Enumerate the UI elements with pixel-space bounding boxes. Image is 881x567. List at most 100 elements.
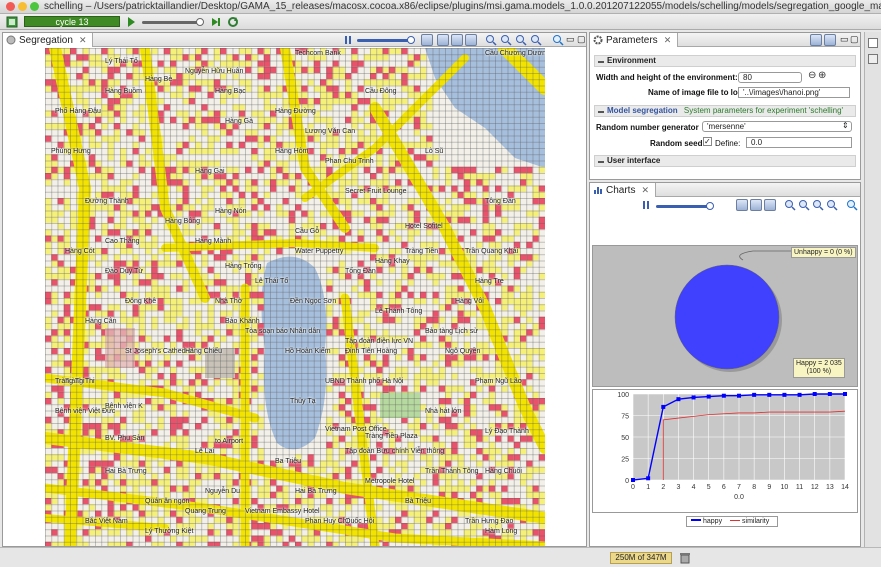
- minimize-window-button[interactable]: [18, 2, 27, 11]
- chevron-down-icon[interactable]: ⇕: [842, 121, 849, 130]
- map-label: Ba Triệu: [275, 458, 302, 465]
- agent-cell-yellow: [57, 541, 64, 546]
- zoom-in-icon[interactable]: [784, 199, 796, 211]
- toggle-view-button[interactable]: [465, 34, 477, 46]
- agent-cell-red: [101, 79, 108, 86]
- agent-cell-yellow: [88, 366, 95, 373]
- agent-cell-yellow: [526, 316, 533, 323]
- add-param-button[interactable]: [810, 34, 822, 46]
- minimize-view-icon[interactable]: ▭: [840, 34, 849, 45]
- decrement-icon[interactable]: ⊖: [808, 70, 816, 81]
- display-slider-knob[interactable]: [407, 36, 415, 44]
- zoom-menu-icon[interactable]: [530, 34, 542, 46]
- zoom-menu-icon[interactable]: [826, 199, 838, 211]
- zoom-window-button[interactable]: [30, 2, 39, 11]
- agent-cell-yellow: [151, 541, 158, 546]
- maximize-view-icon[interactable]: ▢: [850, 34, 859, 45]
- tab-segregation[interactable]: Segregation ✕: [3, 33, 94, 47]
- agent-cell-yellow: [263, 148, 270, 155]
- agent-cell-yellow: [457, 398, 464, 405]
- zoom-out-icon[interactable]: [798, 199, 810, 211]
- inspect-icon[interactable]: [552, 34, 564, 46]
- close-tab-icon[interactable]: ✕: [79, 35, 87, 45]
- save-param-button[interactable]: [824, 34, 836, 46]
- agent-cell-yellow: [138, 304, 145, 311]
- snapshot-button[interactable]: [736, 199, 748, 211]
- image-file-input[interactable]: '..\/images\/hanoi.png': [738, 87, 850, 98]
- agent-cell-red: [220, 48, 227, 55]
- overlay-button[interactable]: [451, 34, 463, 46]
- snapshot-button[interactable]: [421, 34, 433, 46]
- agent-cell-yellow: [182, 229, 189, 236]
- agent-cell-yellow: [332, 235, 339, 242]
- agent-cell-yellow: [382, 198, 389, 205]
- section-model-segregation[interactable]: Model segregation System parameters for …: [594, 105, 856, 117]
- display-slider-track[interactable]: [357, 39, 413, 42]
- pause-icon[interactable]: [640, 199, 652, 211]
- agent-cell-red: [413, 123, 420, 130]
- maximize-view-icon[interactable]: ▢: [577, 34, 586, 45]
- close-window-button[interactable]: [6, 2, 15, 11]
- agent-cell-red: [138, 510, 145, 517]
- seed-input[interactable]: 0.0: [746, 137, 852, 148]
- play-icon[interactable]: [128, 17, 135, 27]
- agent-cell-yellow: [132, 254, 139, 261]
- agent-cell-yellow: [138, 379, 145, 386]
- width-height-input[interactable]: 80: [738, 72, 802, 83]
- charts-slider-track[interactable]: [656, 205, 712, 208]
- tab-parameters[interactable]: Parameters ✕: [590, 33, 679, 47]
- agent-cell-red: [257, 535, 264, 542]
- overlay-button[interactable]: [764, 199, 776, 211]
- agent-cell-yellow: [413, 379, 420, 386]
- agent-cell-yellow: [526, 260, 533, 267]
- close-tab-icon[interactable]: ✕: [641, 185, 649, 195]
- rng-select[interactable]: 'mersenne': [702, 121, 852, 132]
- zoom-out-icon[interactable]: [500, 34, 512, 46]
- agent-cell-yellow: [338, 454, 345, 461]
- agent-cell-yellow: [232, 529, 239, 536]
- agent-cell-red: [251, 498, 258, 505]
- agent-cell-yellow: [45, 454, 52, 461]
- zoom-in-icon[interactable]: [485, 34, 497, 46]
- layers-button[interactable]: [750, 199, 762, 211]
- agent-cell-yellow: [120, 210, 127, 217]
- tab-charts[interactable]: Charts ✕: [590, 183, 656, 197]
- speed-slider-track[interactable]: [142, 21, 202, 24]
- agent-cell-yellow: [451, 216, 458, 223]
- section-environment[interactable]: Environment: [594, 55, 856, 67]
- agent-cell-yellow: [57, 210, 64, 217]
- increment-icon[interactable]: ⊕: [818, 70, 826, 81]
- console-icon[interactable]: [868, 54, 878, 64]
- define-checkbox[interactable]: ✓: [703, 137, 712, 146]
- agent-cell-yellow: [88, 54, 95, 61]
- agent-cell-yellow: [326, 416, 333, 423]
- agent-cell-yellow: [170, 535, 177, 542]
- agent-cell-yellow: [70, 210, 77, 217]
- refresh-icon[interactable]: [227, 16, 239, 28]
- map-label: Hàng Mành: [195, 238, 232, 245]
- trash-icon[interactable]: [680, 552, 690, 564]
- agent-cell-yellow: [182, 473, 189, 480]
- close-tab-icon[interactable]: ✕: [664, 35, 672, 45]
- agent-cell-yellow: [457, 454, 464, 461]
- zoom-fit-icon[interactable]: [515, 34, 527, 46]
- zoom-fit-icon[interactable]: [812, 199, 824, 211]
- inspect-icon[interactable]: [846, 199, 858, 211]
- agent-cell-yellow: [263, 479, 270, 486]
- layers-button[interactable]: [437, 34, 449, 46]
- step-icon[interactable]: [210, 16, 222, 28]
- agent-cell-red: [63, 329, 70, 336]
- agent-cell-red: [51, 85, 58, 92]
- pause-icon[interactable]: [342, 34, 354, 46]
- charts-slider-knob[interactable]: [706, 202, 714, 210]
- minimize-view-icon[interactable]: ▭: [566, 34, 575, 45]
- segregation-map[interactable]: Techcom Bank Phùng Hưng Hàng Bè Hàng Bạc Hàn…: [45, 48, 545, 546]
- agent-cell-red: [345, 466, 352, 473]
- reload-experiment-icon[interactable]: [6, 16, 18, 28]
- speed-slider-knob[interactable]: [196, 18, 204, 26]
- section-user-interface[interactable]: User interface: [594, 155, 856, 167]
- restore-icon[interactable]: [868, 38, 878, 48]
- agent-cell-red: [132, 229, 139, 236]
- agent-cell-red: [532, 498, 539, 505]
- agent-cell-red: [332, 60, 339, 67]
